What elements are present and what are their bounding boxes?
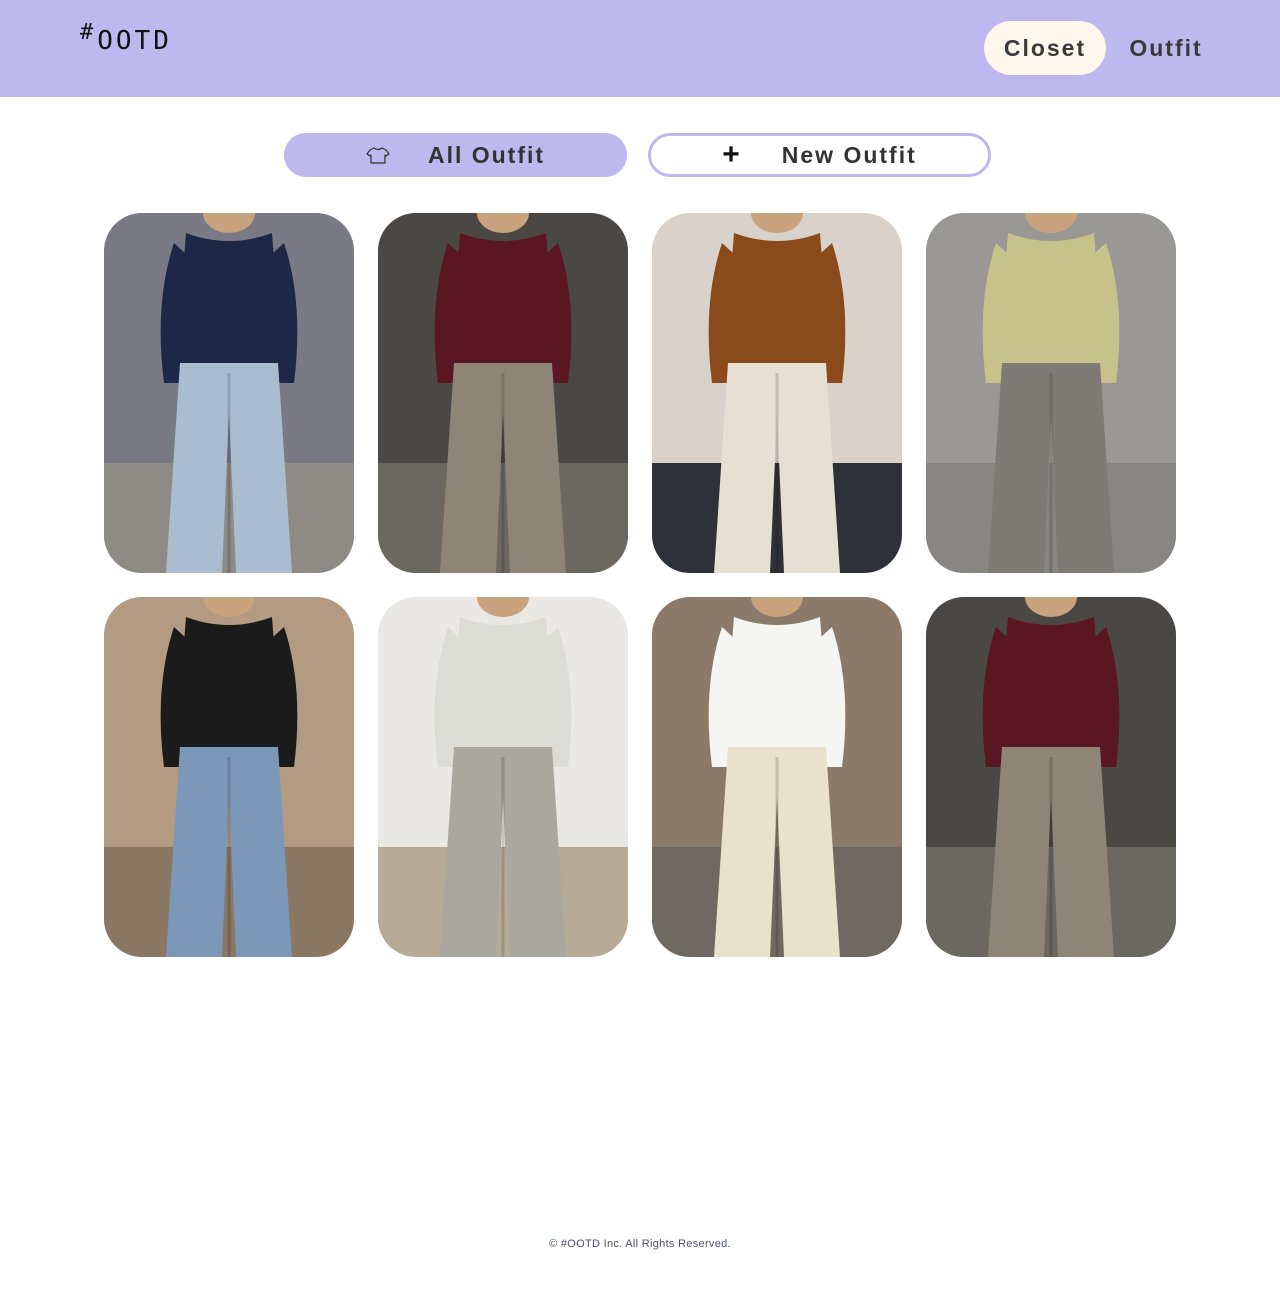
- outfit-card-3[interactable]: [652, 213, 902, 573]
- nav-closet-button[interactable]: Closet: [984, 21, 1106, 75]
- tab-all-outfit-label: All Outfit: [427, 141, 546, 168]
- tab-new-outfit[interactable]: + New Outfit: [648, 133, 991, 177]
- logo[interactable]: #OOTD: [80, 20, 172, 56]
- outfit-card-4[interactable]: [926, 213, 1176, 573]
- outfit-photo: [652, 213, 902, 573]
- tab-new-outfit-label: New Outfit: [781, 141, 917, 168]
- logo-hash: #: [80, 20, 97, 45]
- outfit-photo: [926, 597, 1176, 957]
- nav-outfit-button[interactable]: Outfit: [1118, 21, 1214, 75]
- tshirt-icon: [366, 146, 390, 164]
- outfit-photo: [652, 597, 902, 957]
- top-header: #OOTD Closet Outfit: [0, 0, 1280, 97]
- outfit-card-8[interactable]: [926, 597, 1176, 957]
- outfit-card-2[interactable]: [378, 213, 628, 573]
- outfit-card-1[interactable]: [104, 213, 354, 573]
- tab-all-outfit[interactable]: All Outfit: [284, 133, 627, 177]
- plus-icon: +: [722, 138, 742, 171]
- outfit-card-6[interactable]: [378, 597, 628, 957]
- outfit-card-5[interactable]: [104, 597, 354, 957]
- outfit-photo: [378, 597, 628, 957]
- outfit-photo: [926, 213, 1176, 573]
- footer-copyright: © #OOTD Inc. All Rights Reserved.: [549, 1238, 731, 1250]
- outfit-photo: [104, 213, 354, 573]
- logo-text: OOTD: [97, 26, 172, 56]
- outfit-card-7[interactable]: [652, 597, 902, 957]
- outfit-photo: [104, 597, 354, 957]
- outfit-photo: [378, 213, 628, 573]
- outfit-grid: [104, 213, 1176, 957]
